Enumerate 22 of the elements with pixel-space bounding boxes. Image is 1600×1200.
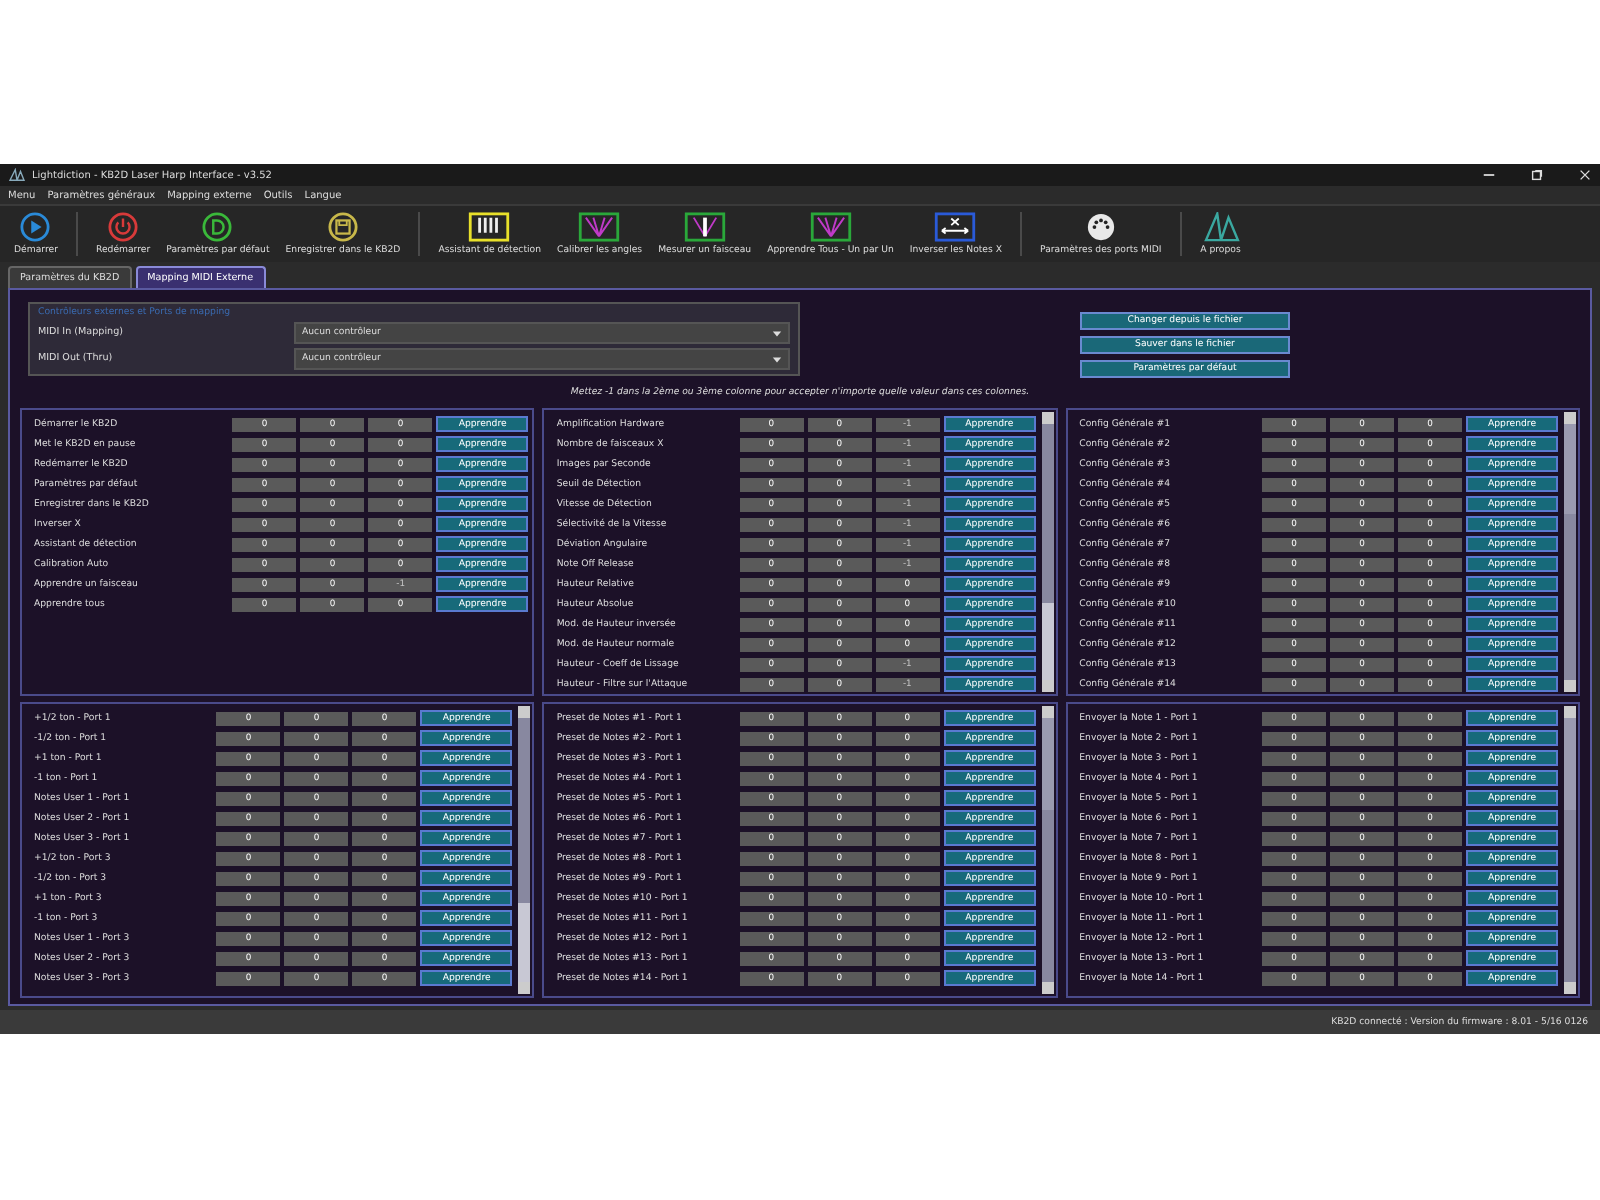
scrollbar[interactable] xyxy=(1564,706,1576,994)
midi-port-icon xyxy=(1085,212,1116,242)
save-icon xyxy=(327,212,358,242)
scrollbar[interactable] xyxy=(1041,412,1054,692)
scrollbar[interactable] xyxy=(518,706,531,994)
laser-fan-icon xyxy=(578,212,621,242)
scrollbar[interactable] xyxy=(1041,706,1054,994)
play-icon xyxy=(20,212,51,242)
swap-arrows-icon xyxy=(934,212,977,242)
minimize-icon[interactable] xyxy=(1482,168,1496,182)
caret-icon xyxy=(772,355,782,363)
app-icon xyxy=(8,168,26,182)
piano-icon xyxy=(468,212,511,242)
maximize-icon[interactable] xyxy=(1530,168,1544,182)
reset-icon xyxy=(202,212,233,242)
power-icon xyxy=(108,212,139,242)
laser-fan-icon xyxy=(809,212,852,242)
logo-icon xyxy=(1199,212,1242,242)
scrollbar[interactable] xyxy=(1564,412,1576,692)
laser-beam-icon xyxy=(683,212,726,242)
caret-icon xyxy=(772,329,782,337)
close-icon[interactable] xyxy=(1578,168,1592,182)
